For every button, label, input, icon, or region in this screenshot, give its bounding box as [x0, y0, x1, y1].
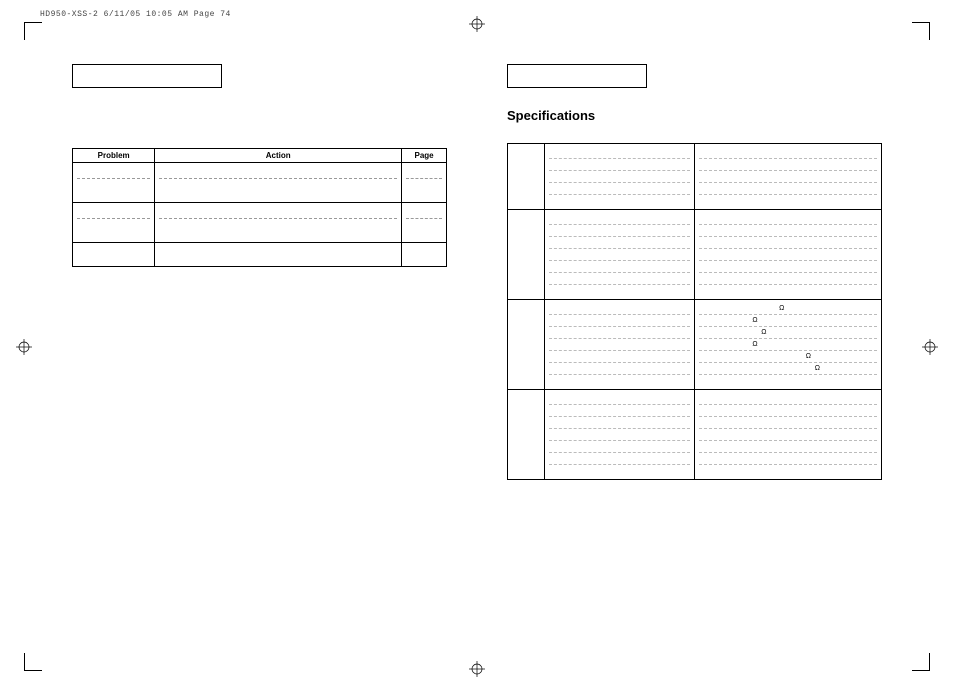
- table-row: [73, 203, 447, 243]
- spec-block: [508, 390, 882, 480]
- ohm-icon: Ω: [779, 304, 784, 313]
- crop-mark-top-right: [912, 22, 930, 40]
- specifications-title: Specifications: [507, 108, 882, 123]
- specifications-table: Ω Ω Ω Ω Ω Ω: [507, 143, 882, 480]
- col-header-page: Page: [402, 149, 447, 163]
- ohm-icon: Ω: [752, 340, 757, 349]
- ohm-icon: Ω: [815, 364, 820, 373]
- left-page: Problem Action Page: [42, 40, 477, 653]
- ohm-icon: Ω: [752, 316, 757, 325]
- registration-mark-bottom: [469, 661, 485, 677]
- registration-mark-top: [469, 16, 485, 32]
- spec-values-cell: [694, 144, 881, 210]
- registration-mark-left: [16, 339, 32, 355]
- spec-block: Ω Ω Ω Ω Ω Ω: [508, 300, 882, 390]
- ohm-icon: Ω: [761, 328, 766, 337]
- table-row: [73, 243, 447, 267]
- col-header-problem: Problem: [73, 149, 155, 163]
- crop-mark-bottom-left: [24, 653, 42, 671]
- print-job-header: HD950-XSS-2 6/11/05 10:05 AM Page 74: [40, 10, 231, 19]
- crop-mark-top-left: [24, 22, 42, 40]
- table-header-row: Problem Action Page: [73, 149, 447, 163]
- troubleshooting-table: Problem Action Page: [72, 148, 447, 267]
- left-header-box: [72, 64, 222, 88]
- spec-category-cell: [508, 144, 545, 210]
- registration-mark-right: [922, 339, 938, 355]
- table-row: [73, 163, 447, 203]
- ohm-icon: Ω: [806, 352, 811, 361]
- spec-items-cell: [545, 144, 695, 210]
- page-spread: Problem Action Page: [42, 40, 912, 653]
- right-page: Specifications: [477, 40, 912, 653]
- right-header-box: [507, 64, 647, 88]
- spec-block: [508, 210, 882, 300]
- spec-block: [508, 144, 882, 210]
- col-header-action: Action: [155, 149, 402, 163]
- crop-mark-bottom-right: [912, 653, 930, 671]
